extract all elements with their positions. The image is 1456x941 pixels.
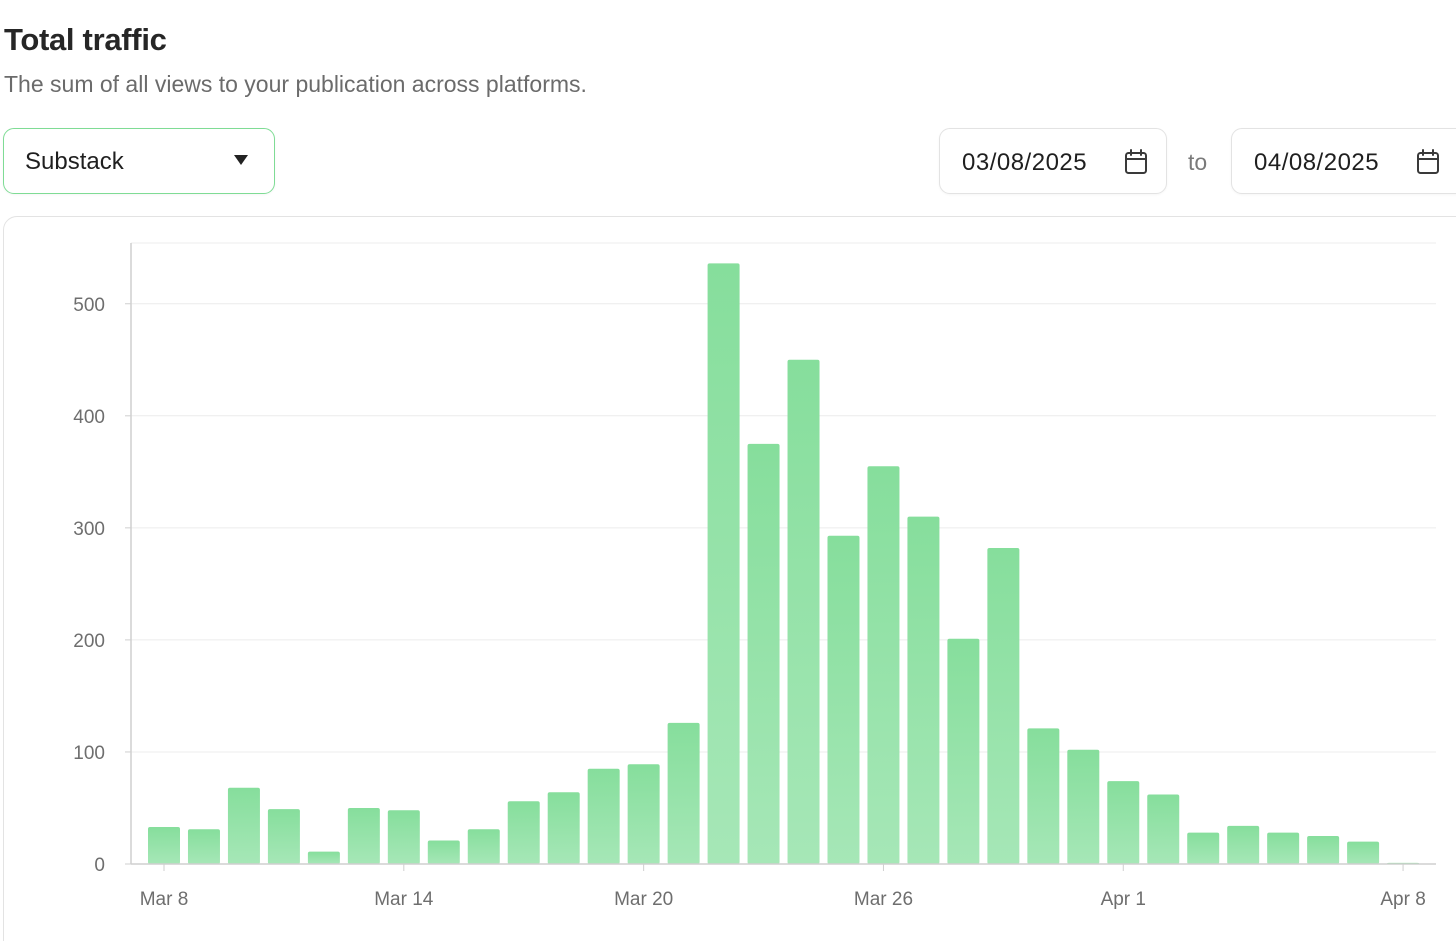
calendar-icon[interactable]	[1124, 149, 1148, 175]
chart-bar[interactable]	[507, 801, 540, 864]
chart-bar[interactable]	[1307, 835, 1340, 864]
date-to-value: 04/08/2025	[1254, 149, 1380, 176]
y-tick-label: 0	[94, 855, 105, 876]
caret-down-icon	[234, 155, 248, 165]
page: Total traffic The sum of all views to yo…	[0, 0, 1456, 941]
chart-bar[interactable]	[148, 827, 180, 864]
y-tick-label: 200	[73, 631, 105, 652]
chart-bar[interactable]	[707, 263, 740, 864]
date-from-value: 03/08/2025	[962, 149, 1088, 176]
y-tick-label: 100	[73, 743, 105, 764]
chart-bar[interactable]	[1027, 728, 1060, 864]
chart-bar[interactable]	[227, 787, 260, 864]
y-tick-label: 400	[73, 407, 105, 428]
date-to-input[interactable]: 04/08/2025	[1231, 128, 1456, 194]
y-tick-label: 500	[73, 295, 105, 316]
platform-select-value: Substack	[25, 148, 124, 175]
x-tick-label: Apr 8	[1380, 889, 1425, 910]
chart-bar[interactable]	[427, 840, 460, 864]
x-tick-label: Mar 26	[854, 889, 913, 910]
chart-bar[interactable]	[867, 466, 900, 864]
y-tick-label: 300	[73, 519, 105, 540]
chart-bar[interactable]	[907, 516, 940, 864]
chart-bar[interactable]	[467, 829, 500, 864]
chart-bar[interactable]	[1187, 832, 1220, 864]
chart-bar[interactable]	[267, 809, 300, 864]
chart-bar[interactable]	[307, 851, 340, 864]
chart-bar[interactable]	[187, 829, 220, 864]
page-subtitle: The sum of all views to your publication…	[4, 71, 587, 97]
date-range-separator: to	[1188, 149, 1208, 175]
x-tick-label: Apr 1	[1101, 889, 1146, 910]
chart-bar[interactable]	[627, 764, 660, 864]
chart-bar[interactable]	[347, 807, 380, 864]
chart-bar[interactable]	[827, 535, 860, 864]
calendar-icon[interactable]	[1416, 149, 1440, 175]
x-tick-label: Mar 20	[614, 889, 673, 910]
chart-bar[interactable]	[987, 548, 1020, 864]
chart-bar[interactable]	[1147, 794, 1180, 864]
chart-bar[interactable]	[1267, 832, 1300, 864]
page-title: Total traffic	[4, 22, 167, 57]
chart-bar[interactable]	[587, 768, 620, 864]
x-tick-label: Mar 14	[374, 889, 434, 910]
platform-select[interactable]: Substack	[3, 128, 275, 194]
chart-bar[interactable]	[747, 443, 780, 864]
chart-bar[interactable]	[547, 792, 580, 864]
chart-bar[interactable]	[1347, 841, 1380, 864]
chart-bar[interactable]	[1107, 781, 1140, 864]
chart-bar[interactable]	[667, 722, 700, 864]
chart-bar[interactable]	[1067, 749, 1100, 864]
chart-card: 0 100 200 300 400 500 Mar 8 Mar 14 Mar 20 Mar 26 A…	[3, 216, 1456, 941]
chart-bar[interactable]	[947, 638, 980, 864]
chart-bar[interactable]	[387, 810, 420, 864]
chart-bar[interactable]	[1227, 825, 1260, 864]
x-tick-label: Mar 8	[140, 889, 189, 910]
date-from-input[interactable]: 03/08/2025	[939, 128, 1167, 194]
traffic-bar-chart: 0 100 200 300 400 500 Mar 8 Mar 14 Mar 20 Mar 26 A…	[73, 242, 1436, 910]
chart-bar[interactable]	[787, 359, 820, 864]
